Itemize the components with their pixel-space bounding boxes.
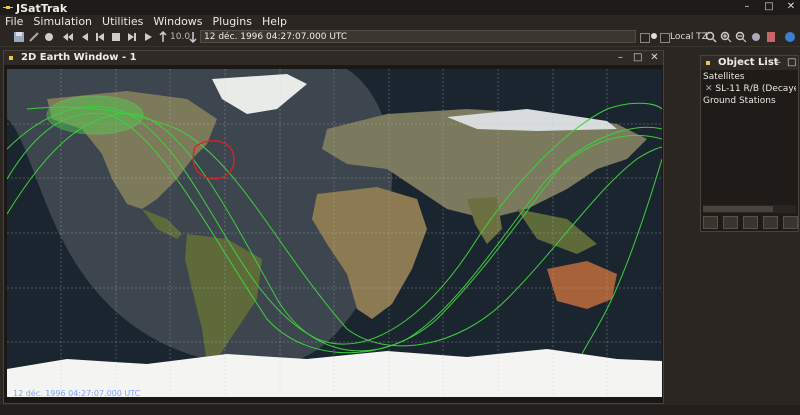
delete-icon[interactable] bbox=[783, 216, 798, 229]
skip-forward-icon[interactable] bbox=[126, 31, 138, 43]
object-list-titlebar: Object List – □ bbox=[701, 56, 798, 70]
stop-icon[interactable] bbox=[110, 31, 122, 43]
ground-station-icon[interactable] bbox=[43, 31, 55, 43]
window-icon bbox=[9, 56, 13, 60]
minimize-icon[interactable]: – bbox=[742, 2, 752, 12]
zoom-icon[interactable] bbox=[705, 31, 717, 43]
skip-back-icon[interactable] bbox=[94, 31, 106, 43]
maximize-icon[interactable]: □ bbox=[633, 52, 642, 64]
horizontal-scrollbar[interactable] bbox=[703, 205, 796, 213]
globe-icon[interactable] bbox=[784, 31, 796, 43]
decrease-step-icon[interactable] bbox=[187, 31, 199, 43]
earth-window: 2D Earth Window - 1 – □ ✕ 12 déc. 1996 0… bbox=[3, 50, 664, 404]
app-title: JSatTrak bbox=[16, 2, 68, 15]
step-back-icon[interactable] bbox=[78, 31, 90, 43]
window-icon bbox=[706, 61, 710, 65]
object-list-panel: Object List – □ Satellites ✕ SL-11 R/B (… bbox=[700, 55, 799, 232]
menu-simulation[interactable]: Simulation bbox=[28, 15, 97, 29]
settings-icon[interactable] bbox=[723, 216, 738, 229]
world-map[interactable] bbox=[7, 69, 662, 397]
document-icon[interactable] bbox=[765, 31, 777, 43]
satellite-app-icon bbox=[3, 6, 13, 9]
map-time-overlay: 12 déc. 1996 04:27:07.000 UTC bbox=[13, 389, 141, 398]
object-list-tree: Satellites ✕ SL-11 R/B (Decayed 199 Grou… bbox=[703, 71, 796, 204]
zoom-in-icon[interactable] bbox=[720, 31, 732, 43]
save-icon[interactable] bbox=[13, 31, 25, 43]
play-icon[interactable] bbox=[142, 31, 154, 43]
menu-windows[interactable]: Windows bbox=[148, 15, 207, 29]
maximize-icon[interactable]: □ bbox=[787, 57, 796, 69]
minimize-icon[interactable]: – bbox=[616, 52, 625, 64]
satellite-add-icon[interactable] bbox=[28, 31, 40, 43]
object-list-title: Object List bbox=[718, 57, 779, 68]
simulation-time-field[interactable]: 12 déc. 1996 04:27:07.000 UTC bbox=[200, 30, 636, 43]
menu-help[interactable]: Help bbox=[257, 15, 292, 29]
tree-node-satellite[interactable]: ✕ SL-11 R/B (Decayed 199 bbox=[703, 83, 796, 95]
satellite-footprint bbox=[46, 95, 144, 135]
tree-node-satellites[interactable]: Satellites bbox=[703, 71, 796, 83]
menu-utilities[interactable]: Utilities bbox=[97, 15, 148, 29]
real-time-checkbox[interactable] bbox=[640, 33, 650, 43]
earth-window-titlebar: 2D Earth Window - 1 – □ ✕ bbox=[4, 51, 663, 65]
local-tz-label: Local TZ bbox=[670, 32, 708, 42]
toolbar: 10.0 12 déc. 1996 04:27:07.000 UTC Local… bbox=[0, 29, 800, 47]
zoom-out-icon[interactable] bbox=[735, 31, 747, 43]
close-icon[interactable]: ✕ bbox=[786, 2, 796, 12]
app-titlebar: JSatTrak – □ ✕ bbox=[0, 0, 800, 15]
earth-window-title: 2D Earth Window - 1 bbox=[21, 52, 137, 63]
realtime-dot-icon bbox=[650, 32, 658, 40]
satellite-icon[interactable] bbox=[763, 216, 778, 229]
settings-icon[interactable] bbox=[750, 31, 762, 43]
maximize-icon[interactable]: □ bbox=[764, 2, 774, 12]
satellite-name: SL-11 R/B (Decayed 199 bbox=[715, 84, 796, 94]
info-icon[interactable] bbox=[703, 216, 718, 229]
menu-plugins[interactable]: Plugins bbox=[208, 15, 257, 29]
minimize-icon[interactable]: – bbox=[774, 57, 783, 69]
satellite-icon: ✕ bbox=[705, 84, 713, 94]
local-tz-checkbox[interactable] bbox=[660, 33, 670, 43]
menu-bar: File Simulation Utilities Windows Plugin… bbox=[0, 15, 800, 29]
status-bar bbox=[0, 405, 800, 415]
close-icon[interactable]: ✕ bbox=[650, 52, 659, 64]
tree-node-ground-stations[interactable]: Ground Stations bbox=[703, 95, 796, 107]
rewind-icon[interactable] bbox=[62, 31, 74, 43]
chart-icon[interactable] bbox=[743, 216, 758, 229]
increase-step-icon[interactable] bbox=[157, 31, 169, 43]
object-list-toolbar bbox=[703, 216, 798, 229]
menu-file[interactable]: File bbox=[0, 15, 28, 29]
